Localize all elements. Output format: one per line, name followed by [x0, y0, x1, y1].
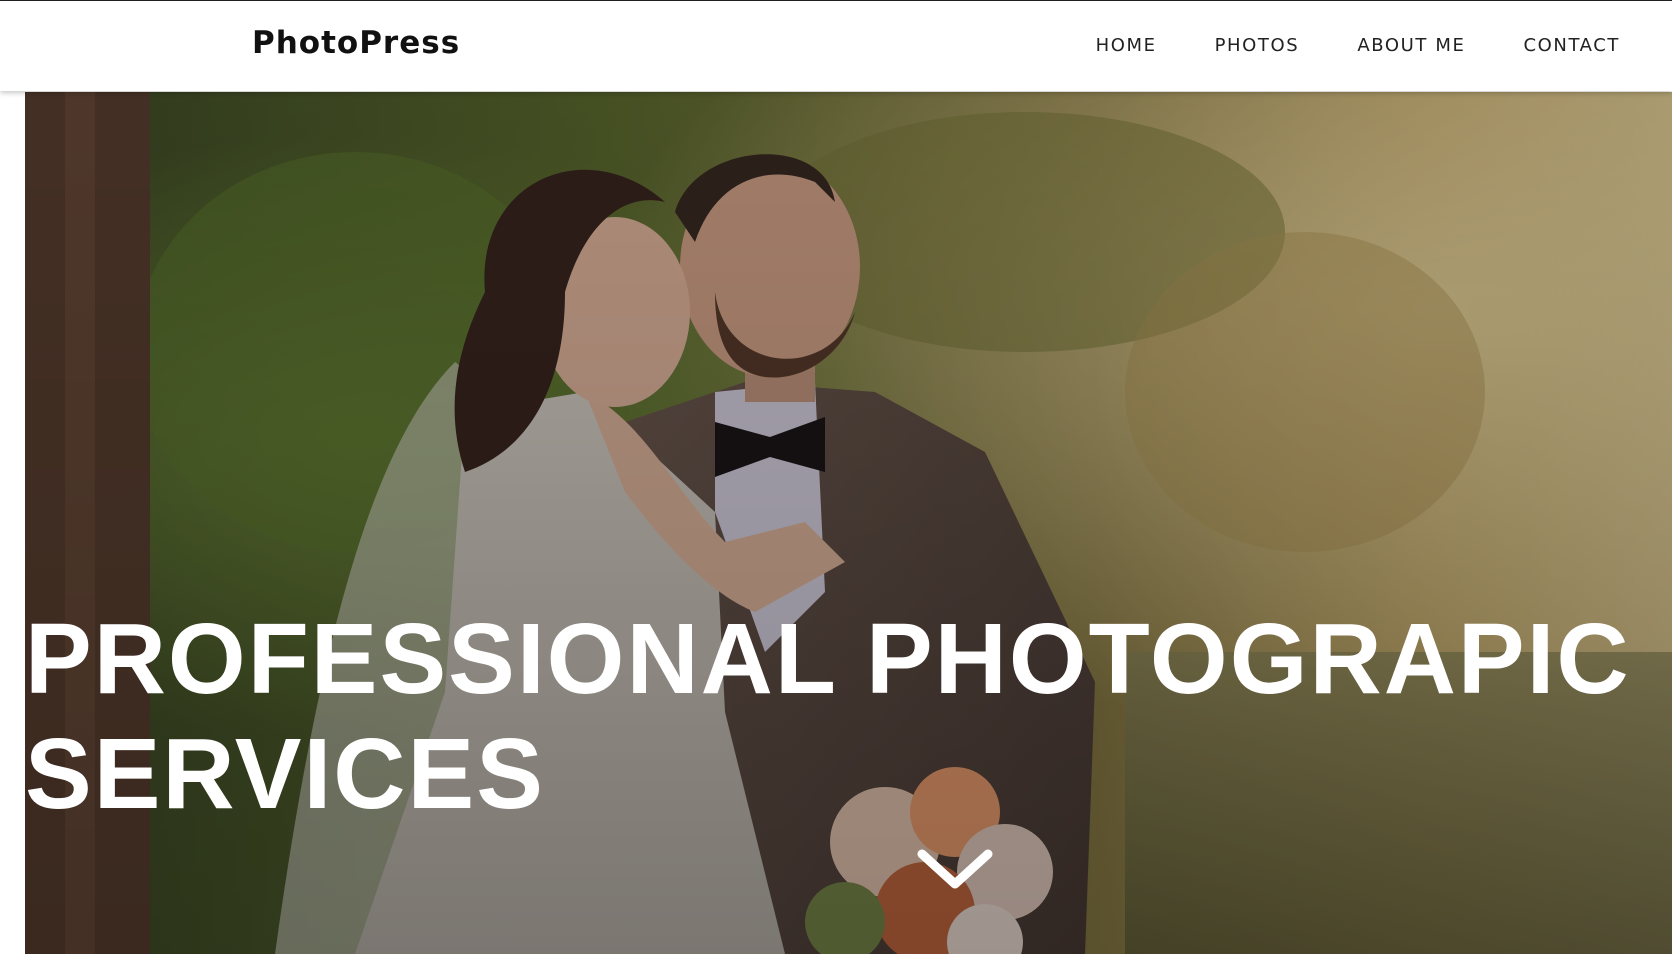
hero-title: PROFESSIONAL PHOTOGRAPIC SERVICES: [25, 602, 1645, 832]
hero-title-line1: PROFESSIONAL PHOTOGRAPIC: [25, 603, 1631, 715]
hero-title-line2: SERVICES: [25, 718, 545, 830]
nav-photos[interactable]: PHOTOS: [1215, 35, 1300, 56]
brand-logo[interactable]: PhotoPress: [252, 25, 460, 61]
nav-about-me[interactable]: ABOUT ME: [1357, 35, 1465, 56]
nav-home[interactable]: HOME: [1096, 35, 1157, 56]
hero-section: PROFESSIONAL PHOTOGRAPIC SERVICES: [25, 92, 1672, 954]
navbar: PhotoPress HOME PHOTOS ABOUT ME CONTACT: [0, 1, 1672, 91]
chevron-down-icon[interactable]: [910, 842, 1000, 902]
nav-contact[interactable]: CONTACT: [1523, 35, 1620, 56]
main-nav: HOME PHOTOS ABOUT ME CONTACT: [1096, 35, 1620, 56]
